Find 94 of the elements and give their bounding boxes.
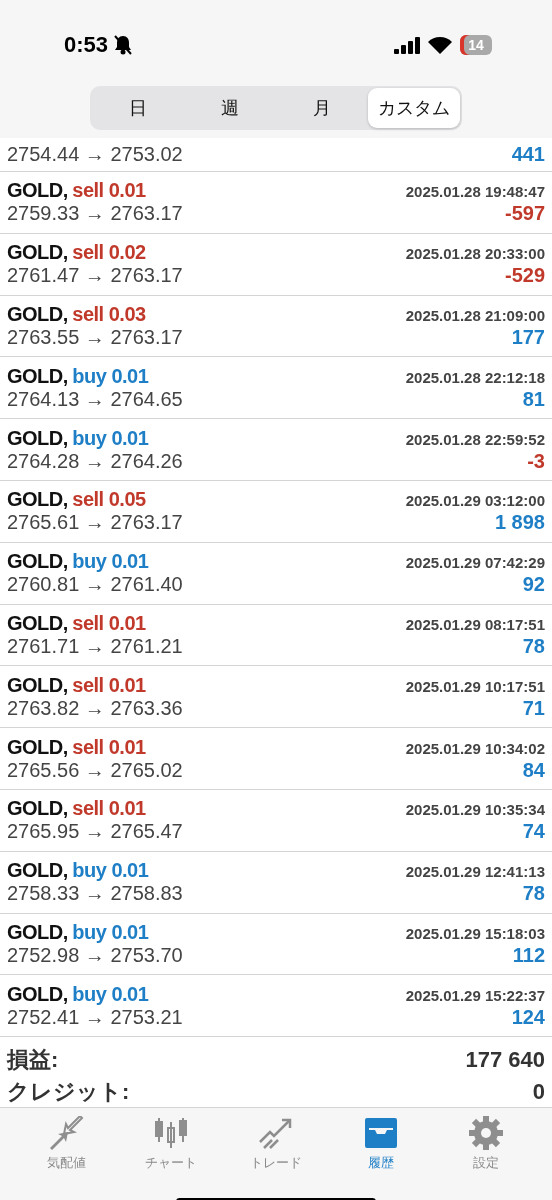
deal-symbol: GOLD, bbox=[7, 735, 68, 758]
deal-order: buy 0.01 bbox=[72, 426, 149, 449]
summary-value: 177 640 bbox=[465, 1047, 545, 1074]
deal-time: 2025.01.29 08:17:51 bbox=[405, 615, 545, 633]
deal-prices: 2752.98 → 2753.70 bbox=[7, 943, 183, 967]
deal-prices: 2763.82 → 2763.36 bbox=[7, 696, 183, 720]
inbox-icon bbox=[362, 1116, 399, 1151]
deal-time: 2025.01.29 15:22:37 bbox=[405, 986, 545, 1004]
deal-order: sell 0.01 bbox=[72, 797, 146, 820]
deal-time: 2025.01.29 10:34:02 bbox=[405, 739, 545, 757]
deal-prices: 2763.55 → 2763.17 bbox=[7, 326, 183, 349]
deal-profit: 74 bbox=[522, 820, 545, 844]
deal-prices: 2752.41 → 2753.21 bbox=[7, 1005, 183, 1029]
deal-profit: 81 bbox=[522, 387, 545, 411]
deal-symbol: GOLD, bbox=[7, 550, 68, 573]
deal-profit: 84 bbox=[522, 758, 545, 782]
period-tab[interactable]: 週 bbox=[184, 88, 276, 128]
deal-time: 2025.01.28 21:09:00 bbox=[405, 307, 545, 324]
summary-value: 0 bbox=[532, 1079, 545, 1106]
deal-profit: 441 bbox=[511, 143, 545, 166]
deal-order: sell 0.01 bbox=[72, 179, 146, 202]
deal-time: 2025.01.28 22:12:18 bbox=[405, 368, 545, 386]
deal-symbol: GOLD, bbox=[7, 426, 68, 449]
deal-order: sell 0.02 bbox=[72, 241, 146, 264]
deal-symbol: GOLD, bbox=[7, 488, 68, 511]
summary-label: 損益: bbox=[7, 1046, 59, 1075]
deal-prices: 2764.13 → 2764.65 bbox=[7, 387, 183, 411]
deal-order: buy 0.01 bbox=[72, 859, 149, 882]
deal-time: 2025.01.29 10:35:34 bbox=[405, 801, 545, 819]
deal-order: sell 0.01 bbox=[72, 735, 146, 758]
deal-time: 2025.01.29 10:17:51 bbox=[405, 677, 545, 695]
deal-time: 2025.01.29 12:41:13 bbox=[405, 863, 545, 881]
deal-order: buy 0.01 bbox=[72, 550, 149, 573]
deal-symbol: GOLD, bbox=[7, 241, 68, 264]
deal-prices: 2754.44 → 2753.02 bbox=[7, 143, 183, 166]
deal-profit: 177 bbox=[511, 326, 545, 349]
deal-prices: 2765.61 → 2763.17 bbox=[7, 511, 183, 535]
deal-symbol: GOLD, bbox=[7, 859, 68, 882]
arrows-icon bbox=[48, 1116, 85, 1151]
deal-profit: 92 bbox=[522, 573, 545, 597]
deal-symbol: GOLD, bbox=[7, 797, 68, 820]
deal-prices: 2764.28 → 2764.26 bbox=[7, 449, 183, 473]
deal-profit: 71 bbox=[522, 696, 545, 720]
deal-prices: 2759.33 → 2763.17 bbox=[7, 202, 183, 226]
deal-symbol: GOLD, bbox=[7, 920, 68, 943]
deal-symbol: GOLD, bbox=[7, 673, 68, 696]
deal-time: 2025.01.28 22:59:52 bbox=[405, 430, 545, 448]
deal-time: 2025.01.29 15:18:03 bbox=[405, 924, 545, 942]
deal-order: buy 0.01 bbox=[72, 364, 149, 387]
deal-order: buy 0.01 bbox=[72, 920, 149, 943]
tab-bar-item[interactable]: 設定 bbox=[440, 1116, 531, 1173]
deal-profit: 78 bbox=[522, 634, 545, 658]
deal-prices: 2761.47 → 2763.17 bbox=[7, 264, 183, 288]
deal-time: 2025.01.29 07:42:29 bbox=[405, 554, 545, 572]
tab-bar-item[interactable]: 気配値 bbox=[21, 1116, 112, 1173]
deal-time: 2025.01.29 03:12:00 bbox=[405, 492, 545, 510]
period-tab[interactable]: カスタム bbox=[368, 88, 460, 128]
deal-symbol: GOLD, bbox=[7, 179, 68, 202]
period-tab[interactable]: 月 bbox=[276, 88, 368, 128]
deal-prices: 2761.71 → 2761.21 bbox=[7, 634, 183, 658]
summary-label: クレジット: bbox=[7, 1078, 130, 1107]
deal-order: sell 0.01 bbox=[72, 673, 146, 696]
deal-prices: 2760.81 → 2761.40 bbox=[7, 573, 183, 597]
deal-prices: 2758.33 → 2758.83 bbox=[7, 882, 183, 906]
deal-profit: 124 bbox=[511, 1005, 545, 1029]
tab-bar-item[interactable]: 履歴 bbox=[335, 1116, 426, 1173]
deal-order: sell 0.03 bbox=[72, 303, 146, 325]
deal-symbol: GOLD, bbox=[7, 364, 68, 387]
tab-bar-item[interactable]: トレード bbox=[231, 1116, 321, 1173]
deal-order: sell 0.05 bbox=[72, 488, 146, 511]
deal-profit: 1 898 bbox=[494, 511, 545, 535]
battery-indicator: 14 bbox=[460, 35, 492, 55]
deal-profit: 78 bbox=[522, 882, 545, 906]
deal-symbol: GOLD, bbox=[7, 611, 68, 634]
deal-profit: -3 bbox=[527, 449, 545, 473]
deal-prices: 2765.95 → 2765.47 bbox=[7, 820, 183, 844]
period-tab[interactable]: 日 bbox=[92, 88, 184, 128]
deal-profit: -529 bbox=[504, 264, 545, 288]
tab-bar-item[interactable]: チャート bbox=[126, 1116, 217, 1173]
deal-order: sell 0.01 bbox=[72, 611, 146, 634]
deal-time: 2025.01.28 19:48:47 bbox=[405, 183, 545, 201]
deal-symbol: GOLD, bbox=[7, 303, 68, 325]
candlestick-icon bbox=[153, 1116, 190, 1151]
status-time: 0:53 bbox=[64, 32, 109, 58]
trend-arrow-icon bbox=[258, 1116, 294, 1151]
deal-prices: 2765.56 → 2765.02 bbox=[7, 758, 183, 782]
wifi-icon bbox=[428, 36, 452, 54]
settings-icon bbox=[467, 1116, 504, 1151]
deal-profit: 112 bbox=[512, 943, 545, 967]
deal-order: buy 0.01 bbox=[72, 982, 149, 1005]
deal-time: 2025.01.28 20:33:00 bbox=[405, 245, 545, 263]
signal-icon bbox=[394, 36, 420, 54]
deal-profit: -597 bbox=[504, 202, 545, 226]
deal-symbol: GOLD, bbox=[7, 982, 68, 1005]
